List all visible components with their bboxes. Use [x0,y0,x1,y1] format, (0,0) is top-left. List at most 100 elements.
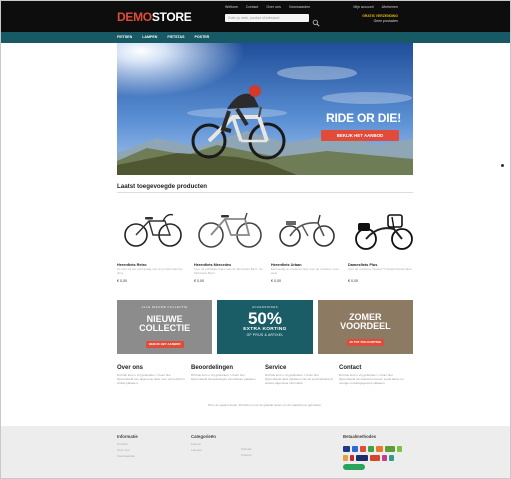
top-links: Welkom Contact Over ons Voorwaarden [225,5,310,9]
hero-title: RIDE OR DIE! [326,111,401,125]
banner-line2: VOORDEEL [340,320,391,331]
payment-icon [343,464,365,470]
store-logo[interactable]: DEMOSTORE [117,10,192,24]
banner-subtitle2: OP PRIJS & ARTIKEL [246,333,284,338]
product-image[interactable] [194,201,265,256]
footer-column-info: Informatie Contact Over ons Voorwaarden [117,434,138,458]
info-title: Service [265,365,287,371]
payment-icon [350,455,354,461]
product-card[interactable]: Damesfiets Plus Voor de moderne moeder? … [348,201,419,293]
product-description: Voor de moderne moeder? Inclusief kinder… [348,268,413,271]
payment-icon [370,455,380,461]
checkout-link[interactable]: Afrekenen [382,5,398,9]
footer-heading: Categorieën [191,434,216,439]
search-icon[interactable] [312,14,320,27]
banner-kicker: ACCESSOIRES [251,305,279,309]
top-link-over-ons[interactable]: Over ons [266,5,281,9]
cart-count: Geen producten [373,19,398,23]
product-name[interactable]: Herenfiets Retro [117,263,188,267]
browser-frame: DEMOSTORE Welkom Contact Over ons Voorwa… [0,0,511,479]
footer-link[interactable]: Fietstas [241,447,252,452]
nav-item-lampen[interactable]: LAMPEN [142,35,157,39]
product-description: Zo zien wij het echt graag met onze fiet… [117,268,183,275]
banner-discount: 50% [247,309,282,328]
top-link-welkom[interactable]: Welkom [225,5,238,9]
hero-banner[interactable]: RIDE OR DIE! BEKIJK HET AANBOD [117,43,413,175]
product-name[interactable]: Damesfiets Plus [348,263,419,267]
promo-banner-zomer[interactable]: ZOMER VOORDEEL 30 TOT 50% KORTING [317,300,413,354]
footer-heading: Informatie [117,434,138,439]
footer-column-payment: Betaalmethodes [343,434,376,439]
promo-banner-collection[interactable]: ALLE NIEUWE COLLECTIE NIEUWE COLLECTIE B… [117,300,213,354]
payment-icon [343,455,348,461]
info-title: Beoordelingen [191,365,234,371]
banner-subtitle: EXTRA KORTING [243,327,287,332]
payment-icon [376,446,383,452]
info-columns: Over ons Dit blok kunt u vrij gebruiken.… [117,365,413,386]
section-divider [117,192,413,193]
info-column: Service Dit blok kunt u vrij gebruiken. … [265,365,339,386]
payment-icon [382,455,387,461]
logo-demo: DEMO [117,10,152,24]
payment-icon [368,446,374,452]
page-footnote: Dit is de pagina footer. Dit blok is voo… [208,403,322,407]
section-title: Laatst toegevoegde producten [117,183,208,190]
account-link[interactable]: Mijn account [353,5,373,9]
product-image[interactable] [117,201,188,256]
info-text: Dit blok kunt u vrij gebruiken. U kunt h… [265,373,333,385]
footer-link[interactable]: Lampen [191,448,216,453]
product-name[interactable]: Herenfiets Urban [271,263,342,267]
info-column: Beoordelingen Dit blok kunt u vrij gebru… [191,365,265,386]
product-card[interactable]: Herenfiets Retro Zo zien wij het echt gr… [117,201,188,293]
payment-icon [397,446,402,452]
banner-kicker: ALLE NIEUWE COLLECTIE [141,305,188,309]
payment-icon [389,455,394,461]
info-text: Dit blok kunt u vrij gebruiken. U kunt h… [339,373,404,385]
product-description: Eenvoudig en moderne fiets voor de moder… [271,268,340,275]
bicycle-icon [123,213,182,247]
footer-link[interactable]: Fietsen [191,442,216,447]
info-title: Contact [339,365,362,371]
footer-link[interactable]: Voorwaarden [117,454,138,459]
footer-link[interactable]: Over ons [117,448,138,453]
hero-cta-button[interactable]: BEKIJK HET AANBOD [321,130,399,141]
product-image[interactable] [348,201,419,256]
payment-methods [343,446,413,473]
product-card[interactable]: Herenfiets Mercedes Voor de echtelijke r… [194,201,265,293]
banner-cta[interactable]: BEKIJK HET AANBOD [145,340,184,348]
nav-item-poster[interactable]: POSTER [194,35,209,39]
footer-link[interactable]: Posters [241,453,252,458]
banner-cta[interactable]: 30 TOT 50% KORTING [346,338,385,346]
cart-summary[interactable]: GRATIS VERZENDING Geen producten [362,14,398,24]
bicycle-icon [278,214,335,247]
top-link-contact[interactable]: Contact [246,5,258,9]
logo-store: STORE [151,10,192,24]
payment-icon [360,446,366,452]
klarna-icon [385,446,395,452]
nav-item-fietstas[interactable]: FIETSTAS [167,35,184,39]
footer-link[interactable]: Contact [117,442,138,447]
product-card[interactable]: Herenfiets Urban Eenvoudig en moderne fi… [271,201,342,293]
search-input[interactable]: Zoek op merk, product of trefwoord [225,14,309,22]
banner-line2: COLLECTIE [139,322,191,333]
footer-column-categories: Categorieën Fietsen Lampen [191,434,216,453]
product-image[interactable] [271,201,342,256]
nav-item-fietsen[interactable]: FIETSEN [117,35,132,39]
footer-heading: Betaalmethodes [343,434,377,439]
flag-icon [343,446,350,452]
product-price: € 0,00 [348,279,358,283]
product-name[interactable]: Herenfiets Mercedes [194,263,265,267]
site-footer: Informatie Contact Over ons Voorwaarden … [1,426,510,478]
account-links: Mijn account Afrekenen [353,5,398,9]
hero-image [117,43,413,175]
promo-banner-accessoires[interactable]: ACCESSOIRES 50% EXTRA KORTING OP PRIJS &… [217,300,313,354]
shield-icon [352,446,358,452]
info-column: Contact Dit blok kunt u vrij gebruiken. … [339,365,413,386]
bicycle-icon [197,212,262,248]
bicycle-icon [354,213,413,250]
info-column: Over ons Dit blok kunt u vrij gebruiken.… [117,365,191,386]
main-nav: FIETSEN LAMPEN FIETSTAS POSTER [1,32,510,43]
top-link-voorwaarden[interactable]: Voorwaarden [289,5,310,9]
top-bar: DEMOSTORE Welkom Contact Over ons Voorwa… [1,1,510,32]
info-text: Dit blok kunt u vrij gebruiken. U kunt h… [191,373,257,381]
